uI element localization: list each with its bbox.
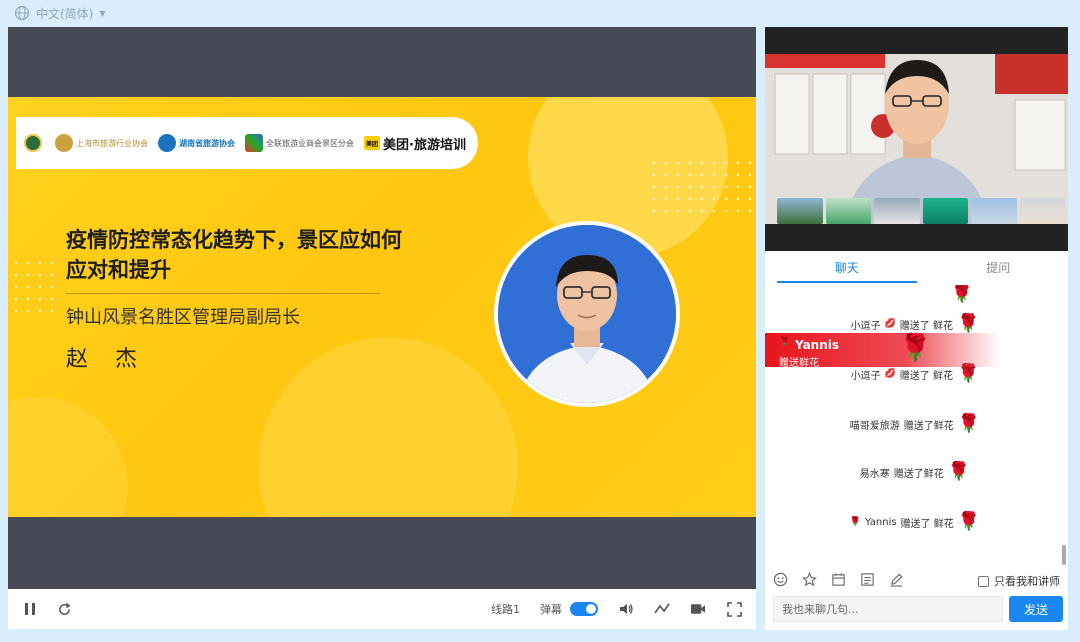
- message-text: 赠送了鲜花: [893, 468, 944, 480]
- rose-icon: 🌹: [957, 511, 981, 532]
- logo-meituan: 美团 美团·旅游培训: [364, 136, 466, 153]
- gift-icon[interactable]: [802, 571, 817, 591]
- emblem-icon: [55, 134, 73, 152]
- chat-input-row: 发送: [773, 596, 1063, 622]
- camera-icon[interactable]: [690, 601, 706, 617]
- rose-icon: 🌹: [956, 313, 980, 334]
- player-controls: 线路1 弹幕: [8, 589, 756, 629]
- volume-icon[interactable]: [618, 601, 634, 617]
- chat-scrollbar[interactable]: [1062, 545, 1066, 565]
- seal-icon: [24, 134, 42, 152]
- title-divider: [66, 293, 380, 294]
- emblem-icon: [158, 134, 176, 152]
- logo-shanghai-tourism: 上海市旅游行业协会: [55, 134, 148, 152]
- message-user: 喵哥爱旅游: [849, 420, 900, 432]
- slide-title: 疫情防控常态化趋势下，景区应如何 应对和提升: [66, 228, 402, 282]
- only-me-and-lecturer-checkbox[interactable]: 只看我和讲师: [978, 573, 1060, 589]
- list-item: 喵哥爱旅游 赠送了鲜花 🌹: [765, 415, 1065, 433]
- calendar-icon[interactable]: [831, 572, 846, 591]
- logo-association-1: [24, 134, 45, 152]
- message-user: Yannis: [865, 516, 897, 528]
- video-stage[interactable]: 上海市旅游行业协会 湖南省旅游协会 全联旅游业商会景区分会 美团 美团·旅游培训…: [8, 27, 756, 589]
- speaker-portrait: [494, 221, 680, 407]
- rose-icon: 🌹: [947, 461, 971, 482]
- tab-question[interactable]: 提问: [929, 255, 1069, 283]
- send-button[interactable]: 发送: [1009, 596, 1063, 622]
- chat-tabs: 聊天 提问: [765, 255, 1068, 283]
- chevron-down-icon: ▼: [99, 8, 106, 18]
- message-user: 小逗子: [850, 320, 881, 332]
- tab-chat[interactable]: 聊天: [777, 255, 917, 283]
- message-user: 易水寒: [859, 468, 890, 480]
- chat-message-list[interactable]: 🌹 小逗子 💋 赠送了 鲜花 🌹 小逗子 💋 赠送了 鲜花 🌹 喵哥爱旅游 赠送…: [765, 285, 1068, 567]
- fullscreen-icon[interactable]: [726, 601, 742, 617]
- presenter-camera[interactable]: [765, 27, 1068, 251]
- logo-cct-scenic: 全联旅游业商会景区分会: [245, 134, 354, 152]
- emblem-icon: [245, 134, 263, 152]
- speaker-name: 赵 杰: [66, 347, 147, 372]
- person-illustration: [498, 225, 676, 403]
- notes-icon[interactable]: [860, 572, 875, 591]
- language-selector[interactable]: 中文(简体) ▼: [14, 3, 106, 23]
- sponsor-logos: 上海市旅游行业协会 湖南省旅游协会 全联旅游业商会景区分会 美团 美团·旅游培训: [16, 117, 478, 169]
- rose-icon: 🌹: [899, 333, 932, 363]
- list-item: 小逗子 💋 赠送了 鲜花 🌹: [765, 315, 1065, 333]
- globe-icon: [14, 5, 30, 21]
- rose-icon: 🌹: [957, 413, 981, 434]
- emoji-icon[interactable]: [773, 572, 788, 591]
- message-text: 赠送了鲜花: [903, 420, 954, 432]
- lips-icon: 💋: [884, 369, 896, 379]
- presentation-slide: 上海市旅游行业协会 湖南省旅游协会 全联旅游业商会景区分会 美团 美团·旅游培训…: [8, 97, 756, 517]
- route-selector[interactable]: 线路1: [491, 601, 520, 617]
- checkbox-box[interactable]: [978, 575, 989, 587]
- line-switch-icon[interactable]: [654, 601, 670, 617]
- rose-small-icon: 🌹: [779, 337, 791, 347]
- message-text: 赠送了 鲜花: [899, 370, 953, 382]
- participant-thumbnail[interactable]: [971, 198, 1017, 224]
- list-item: 易水寒 赠送了鲜花 🌹: [765, 463, 1065, 481]
- message-text: 赠送了 鲜花: [900, 518, 954, 530]
- message-text: 赠送了 鲜花: [899, 320, 953, 332]
- participant-thumbnail[interactable]: [1019, 198, 1065, 224]
- banner-text: 赠送鲜花: [779, 358, 819, 369]
- pause-icon[interactable]: [22, 601, 38, 617]
- speaker-position: 钟山风景名胜区管理局副局长: [66, 307, 300, 328]
- chat-toolbar: 只看我和讲师: [765, 570, 1068, 592]
- lips-icon: 💋: [884, 319, 896, 329]
- logo-hunan-tourism: 湖南省旅游协会: [158, 134, 235, 152]
- meituan-icon: 美团: [364, 136, 380, 150]
- participant-thumbnails: [777, 198, 1065, 224]
- participant-thumbnail[interactable]: [874, 198, 920, 224]
- list-item: 🌹: [765, 285, 1065, 303]
- checkbox-label: 只看我和讲师: [994, 575, 1060, 588]
- message-user: 小逗子: [850, 370, 881, 382]
- rose-small-icon: 🌹: [849, 517, 862, 527]
- gift-banner: 🌹 Yannis 赠送鲜花 🌹: [765, 333, 1000, 369]
- participant-thumbnail[interactable]: [825, 198, 871, 224]
- chat-input[interactable]: [773, 596, 1003, 622]
- danmaku-label: 弹幕: [540, 603, 562, 616]
- rose-icon: 🌹: [956, 363, 980, 384]
- participant-thumbnail[interactable]: [777, 198, 823, 224]
- pen-icon[interactable]: [889, 572, 904, 591]
- language-label: 中文(简体): [36, 6, 94, 21]
- refresh-icon[interactable]: [56, 601, 72, 617]
- rose-icon: 🌹: [950, 285, 973, 304]
- danmaku-toggle[interactable]: [570, 602, 598, 616]
- list-item: 🌹 Yannis 赠送了 鲜花 🌹: [765, 513, 1065, 531]
- participant-thumbnail[interactable]: [922, 198, 968, 224]
- banner-user: Yannis: [795, 338, 840, 352]
- side-panel: 聊天 提问 🌹 小逗子 💋 赠送了 鲜花 🌹 小逗子 💋 赠送了 鲜花 🌹 喵哥…: [765, 27, 1068, 630]
